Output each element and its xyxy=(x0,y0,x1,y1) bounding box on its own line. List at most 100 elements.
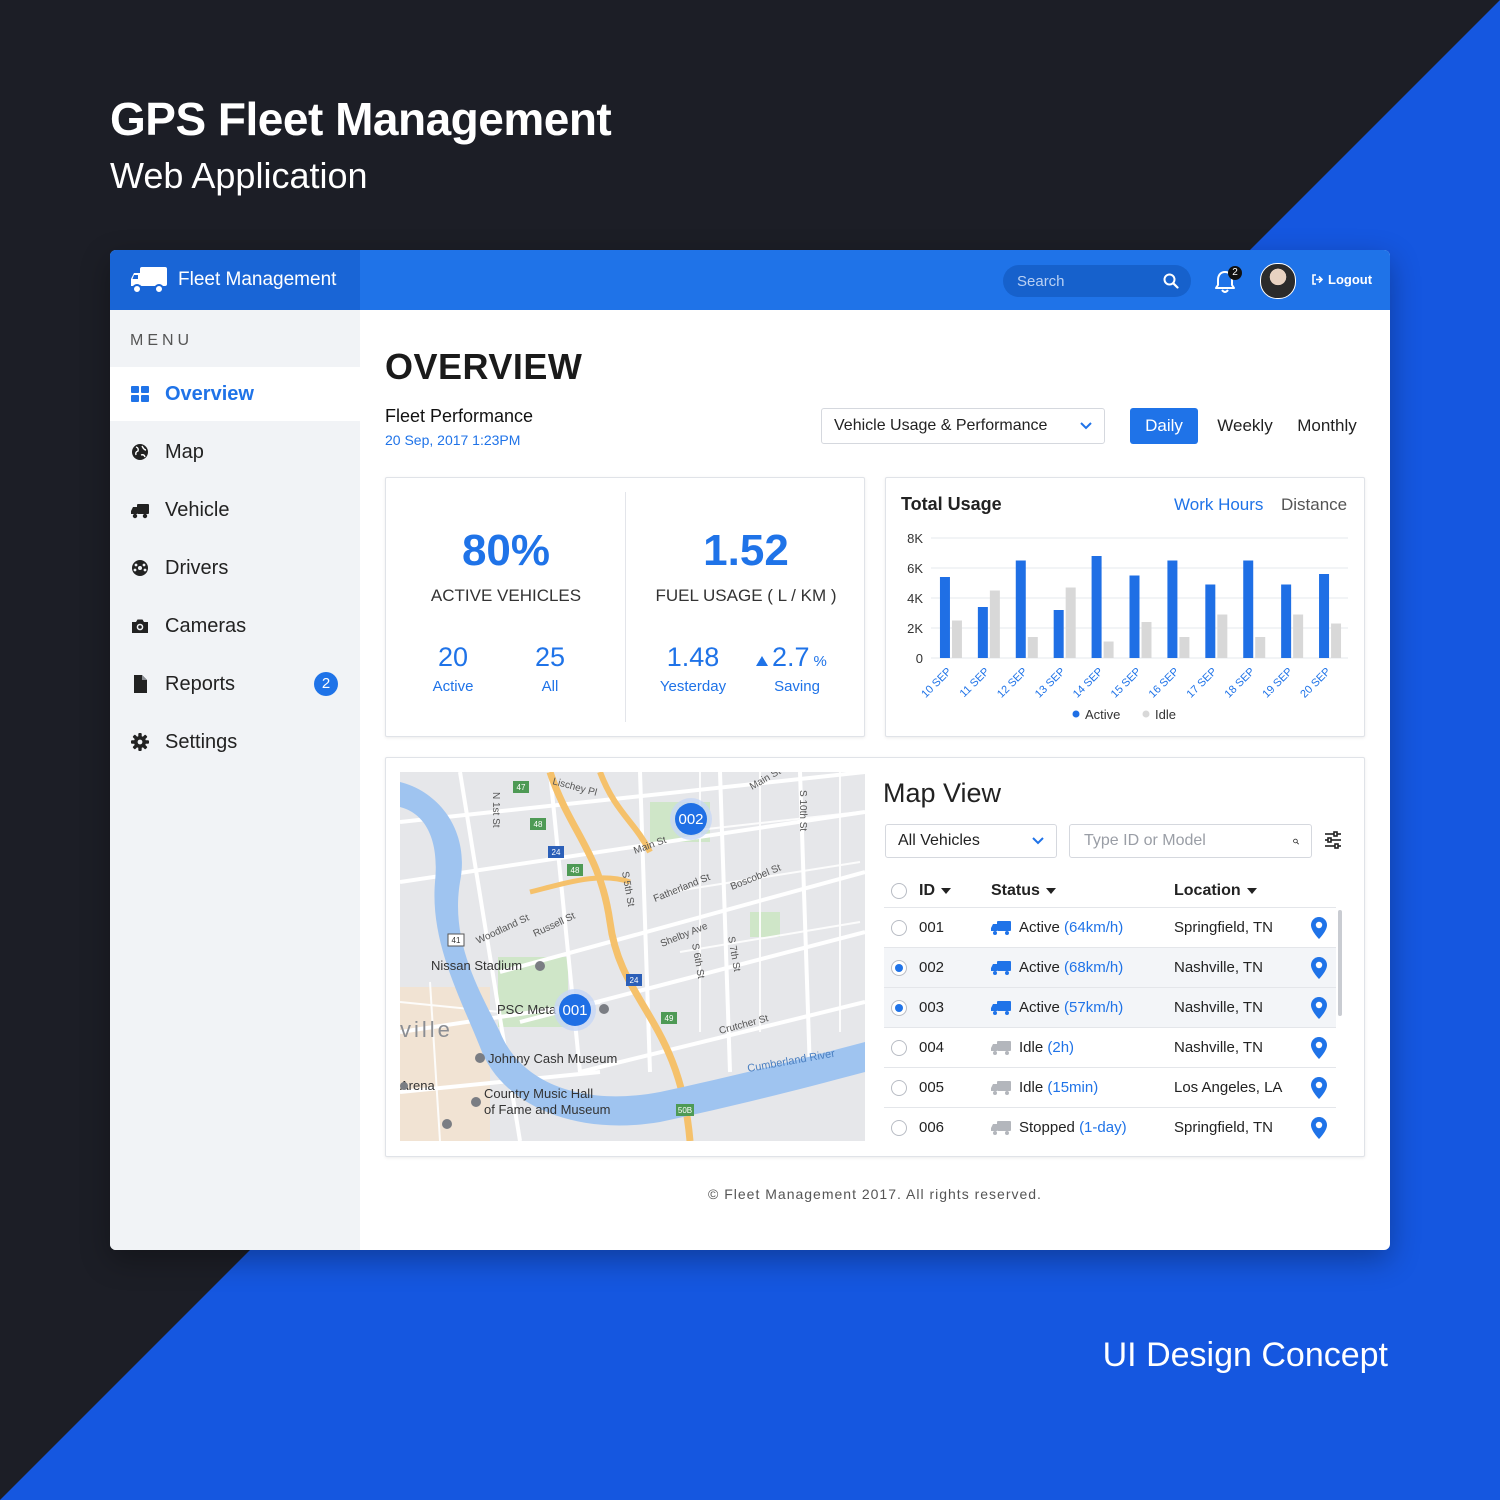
logout-label: Logout xyxy=(1328,272,1373,287)
vehicle-status-detail: (64km/h) xyxy=(1064,919,1124,936)
table-row[interactable]: 004 Idle (2h) Nashville, TN xyxy=(884,1027,1336,1068)
vehicle-search-input[interactable] xyxy=(1082,831,1293,851)
table-row[interactable]: 001 Active (64km/h) Springfield, TN xyxy=(884,907,1336,948)
search-icon[interactable] xyxy=(1293,833,1299,850)
map-street-label: S 10th St xyxy=(797,790,808,831)
vehicle-status-detail: (68km/h) xyxy=(1064,959,1124,976)
sidebar-item-drivers[interactable]: Drivers xyxy=(110,541,360,595)
row-select-radio[interactable] xyxy=(891,960,907,976)
vehicle-status: Idle (2h) xyxy=(1019,1039,1074,1056)
sidebar-item-cameras[interactable]: Cameras xyxy=(110,599,360,653)
avatar[interactable] xyxy=(1260,263,1296,299)
column-header-id[interactable]: ID xyxy=(919,880,951,902)
section-date: 20 Sep, 2017 1:23PM xyxy=(385,432,521,448)
location-pin-icon[interactable] xyxy=(1311,997,1327,1019)
tab-distance[interactable]: Distance xyxy=(1281,495,1347,515)
chart-bar-active xyxy=(1129,575,1140,658)
vehicle-status-text: Idle xyxy=(1019,1079,1044,1096)
row-select-radio[interactable] xyxy=(891,1080,907,1096)
sidebar-item-label: Vehicle xyxy=(165,498,230,521)
arrow-up-icon xyxy=(756,656,768,666)
location-pin-icon[interactable] xyxy=(1311,1077,1327,1099)
fuel-usage-caption: FUEL USAGE ( L / KM ) xyxy=(655,586,837,605)
location-pin-icon[interactable] xyxy=(1311,917,1327,939)
chevron-down-icon xyxy=(1032,837,1044,845)
table-row[interactable]: 006 Stopped (1-day) Springfield, TN xyxy=(884,1107,1336,1148)
location-pin-icon[interactable] xyxy=(1311,957,1327,979)
sidebar-item-label: Settings xyxy=(165,730,238,753)
sidebar-item-vehicle[interactable]: Vehicle xyxy=(110,483,360,537)
chart-x-tick-label: 17 SEP xyxy=(1185,666,1220,701)
vehicle-status: Active (68km/h) xyxy=(1019,959,1123,976)
map-marker-label: 002 xyxy=(678,811,703,828)
location-pin-icon[interactable] xyxy=(1311,1037,1327,1059)
sidebar-item-settings[interactable]: Settings xyxy=(110,715,360,769)
vehicle-status: Stopped (1-day) xyxy=(1019,1119,1127,1136)
sidebar-item-label: Drivers xyxy=(165,556,229,579)
sidebar-item-map[interactable]: Map xyxy=(110,425,360,479)
map-marker-label: 001 xyxy=(562,1002,587,1019)
chart-bar-idle xyxy=(1217,614,1228,658)
truck-icon xyxy=(991,961,1011,975)
vehicle-id: 002 xyxy=(919,959,945,976)
period-daily-button[interactable]: Daily xyxy=(1130,408,1198,444)
active-vehicles-value: 80% xyxy=(461,526,551,575)
column-header-location[interactable]: Location xyxy=(1174,880,1257,902)
vehicle-status-detail: (2h) xyxy=(1047,1039,1075,1056)
fuel-saving-label: Saving xyxy=(774,678,820,695)
map-highway-shield: 47 xyxy=(517,783,526,792)
vehicle-filter-select[interactable]: All Vehicles xyxy=(885,824,1057,858)
chart-bar-idle xyxy=(989,590,1000,658)
map-svg: Woodland St Main St Russell St Shelby Av… xyxy=(400,772,865,1141)
vehicle-status: Active (64km/h) xyxy=(1019,919,1123,936)
main-content: OVERVIEW Fleet Performance 20 Sep, 2017 … xyxy=(360,310,1390,1250)
map-canvas[interactable]: Woodland St Main St Russell St Shelby Av… xyxy=(400,772,865,1141)
map-poi-label: of Fame and Museum xyxy=(484,1102,610,1117)
sidebar-item-label: Cameras xyxy=(165,614,247,637)
header-search-input[interactable]: Search xyxy=(1017,273,1163,290)
column-header-status[interactable]: Status xyxy=(991,880,1056,902)
table-row[interactable]: 005 Idle (15min) Los Angeles, LA xyxy=(884,1067,1336,1108)
row-select-radio[interactable] xyxy=(891,1040,907,1056)
chart-x-tick-label: 14 SEP xyxy=(1071,666,1106,701)
report-type-dropdown[interactable]: Vehicle Usage & Performance xyxy=(821,408,1105,444)
row-select-radio[interactable] xyxy=(891,1000,907,1016)
sidebar-item-overview[interactable]: Overview xyxy=(110,367,360,421)
map-highway-shield: 48 xyxy=(534,820,543,829)
chart-x-tick-label: 13 SEP xyxy=(1033,666,1068,701)
search-icon[interactable] xyxy=(1163,273,1179,289)
chart-x-tick-label: 19 SEP xyxy=(1260,666,1295,701)
row-select-radio[interactable] xyxy=(891,1120,907,1136)
filter-sliders-icon[interactable] xyxy=(1324,831,1342,849)
chart-bar-active xyxy=(1091,556,1102,658)
column-header-label: Location xyxy=(1174,882,1241,899)
chart-y-tick-label: 2K xyxy=(907,621,923,636)
header-search[interactable]: Search xyxy=(1003,265,1191,297)
sidebar-nav: Overview Map Vehicle Drivers Cameras Rep… xyxy=(110,367,360,773)
row-select-radio[interactable] xyxy=(891,920,907,936)
sidebar-item-reports[interactable]: Reports 2 xyxy=(110,657,360,711)
vehicle-search-field[interactable] xyxy=(1069,824,1312,858)
chart-bar-idle xyxy=(951,620,962,658)
tab-work-hours[interactable]: Work Hours xyxy=(1174,495,1263,515)
select-all-checkbox[interactable] xyxy=(891,883,907,899)
chart-x-tick-label: 10 SEP xyxy=(919,666,954,701)
section-title: Fleet Performance xyxy=(385,406,534,426)
period-monthly-button[interactable]: Monthly xyxy=(1290,408,1364,444)
camera-icon xyxy=(132,619,148,633)
table-row[interactable]: 002 Active (68km/h) Nashville, TN xyxy=(884,947,1336,988)
logout-button[interactable]: Logout xyxy=(1312,272,1372,287)
chart-bar-active xyxy=(1015,560,1026,658)
table-row[interactable]: 003 Active (57km/h) Nashville, TN xyxy=(884,987,1336,1028)
vehicle-status-text: Active xyxy=(1019,919,1060,936)
table-scrollbar[interactable] xyxy=(1338,910,1342,1016)
usage-bar-chart: 8K6K4K2K010 SEP 11 SEP 12 SEP 13 SEP 14 SEP 1… xyxy=(907,531,1348,722)
vehicle-id: 004 xyxy=(919,1039,945,1056)
sidebar-item-label: Reports xyxy=(165,672,236,695)
map-city-label: ville xyxy=(400,1017,453,1042)
brand[interactable]: Fleet Management xyxy=(110,250,360,310)
sort-caret-icon xyxy=(1246,888,1257,894)
location-pin-icon[interactable] xyxy=(1311,1117,1327,1139)
period-weekly-button[interactable]: Weekly xyxy=(1210,408,1280,444)
page-title: OVERVIEW xyxy=(385,346,583,387)
